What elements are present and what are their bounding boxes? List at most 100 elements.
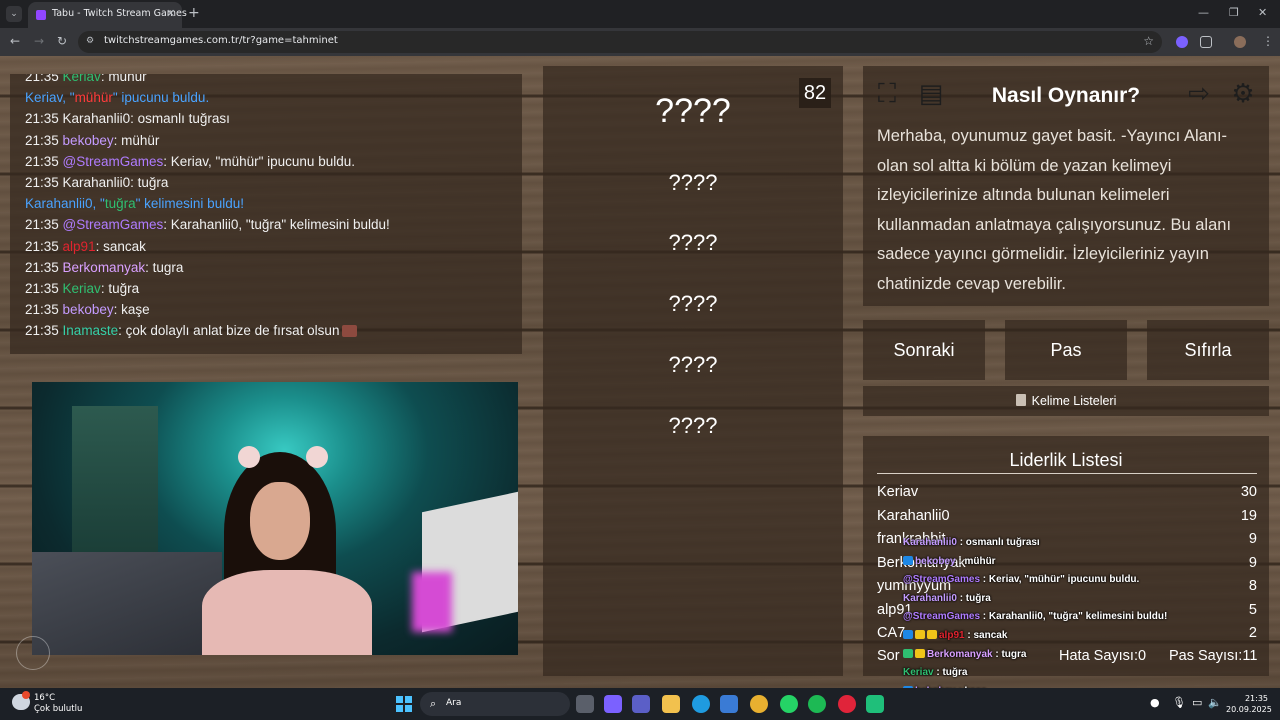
chat-message: 21:35 Inamaste: çok dolaylı anlat bize d… [25,320,522,341]
chat-username[interactable]: Karahanlii0 [63,111,131,126]
overlay-text: : tugra [992,648,1027,660]
reload-icon[interactable]: ↻ [57,34,67,48]
badge-icon [903,629,913,639]
store-icon[interactable] [720,695,738,713]
leaderboard-row: Keriav 30 [877,484,1257,508]
player-name: Keriav [877,484,919,500]
pass-button[interactable]: Pas [1005,320,1127,380]
taskbar: 16°C Çok bulutlu ⌕ Ara ● 🎙 ▭ 🔈 21:35 20.… [0,688,1280,720]
word-card: 82 ???? ???? ???? ???? ???? ???? [543,66,843,676]
task-view-icon[interactable] [576,695,594,713]
teams-icon[interactable] [632,695,650,713]
chat-username[interactable]: Karahanlii0 [63,175,131,190]
window-close-icon[interactable]: ✕ [1258,6,1267,19]
overlay-text: : tuğra [956,592,991,604]
overlay-message: Berkomanyak : tugra [903,646,1203,665]
forbidden-word: ???? [668,291,718,316]
chat-username[interactable]: Keriav [63,281,101,296]
extensions-puzzle-icon[interactable] [1200,36,1212,48]
player-score: 9 [1248,531,1257,547]
reset-button[interactable]: Sıfırla [1147,320,1269,380]
chat-username[interactable]: bekobey [63,302,114,317]
player-name: CA7 [877,625,906,641]
microphone-icon[interactable]: 🎙 [1172,696,1186,709]
chat-message: 21:35 bekobey: mühür [25,130,522,151]
chat-username[interactable]: @StreamGames [63,154,164,169]
next-button[interactable]: Sonraki [863,320,985,380]
overlay-message: Karahanlii0 : tuğra [903,590,1203,609]
windows-start-icon[interactable] [396,696,412,712]
twitch-favicon-icon [36,10,46,20]
word-lists-label: Kelime Listeleri [1031,394,1117,408]
player-score: 30 [1240,484,1257,500]
chat-username[interactable]: alp91 [63,239,96,254]
search-icon: ⌕ [430,697,437,710]
chat-username[interactable]: @StreamGames [63,217,164,232]
webcam-feed [32,382,518,655]
file-explorer-icon[interactable] [662,695,680,713]
chrome-icon[interactable] [750,695,768,713]
minimize-icon[interactable]: — [1198,6,1209,19]
overlay-username: Berkomanyak [927,648,993,660]
edge-icon[interactable] [692,695,710,713]
clock-date[interactable]: 20.09.2025 [1226,705,1272,714]
copilot-icon[interactable] [604,695,622,713]
forbidden-word: ???? [668,413,718,438]
spotify-icon[interactable] [808,695,826,713]
forbidden-word: ???? [668,170,718,195]
leaderboard-row: Karahanlii0 19 [877,508,1257,532]
volume-icon[interactable]: 🔈 [1208,696,1222,709]
chat-text: : mühür [113,132,160,148]
chat-message: 21:35 @StreamGames: Karahanlii0, "tuğra"… [25,214,522,235]
exit-icon[interactable]: ⇨ [1183,78,1215,110]
chat-text: : tuğra [130,174,169,190]
weather-temp[interactable]: 16°C [34,693,55,703]
clock-time[interactable]: 21:35 [1226,694,1268,703]
overlay-username: alp91 [939,629,965,641]
chat-time: 21:35 [25,238,63,254]
taskbar-search[interactable]: ⌕ Ara [420,692,570,716]
emote-icon [342,325,358,338]
overlay-text: : Karahanlii0, "tuğra" kelimesini buldu! [980,611,1168,623]
restore-icon[interactable]: ❐ [1229,6,1239,19]
opera-icon[interactable] [838,695,856,713]
overlay-message: @StreamGames : Keriav, "mühür" ipucunu b… [903,571,1203,590]
chat-text: : kaşe [113,302,150,318]
bookmark-star-icon[interactable]: ☆ [1143,34,1154,48]
webcam-control-icon[interactable] [16,636,50,670]
site-info-icon[interactable]: ⚙ [86,36,98,48]
tab-close-icon[interactable]: ✕ [166,7,175,20]
chat-username[interactable]: Keriav [63,74,101,84]
chat-message: Karahanlii0, "tuğra" kelimesini buldu! [25,193,522,214]
back-icon[interactable]: ← [10,34,20,48]
settings-gear-icon[interactable]: ⚙ [1227,78,1259,110]
network-icon[interactable]: ▭ [1192,696,1202,709]
weather-desc[interactable]: Çok bulutlu [34,704,82,714]
chat-text: : mühür [100,74,147,84]
browser-tab[interactable]: Tabu - Twitch Stream Games ✕ [28,2,187,28]
chat-username[interactable]: Inamaste [63,323,119,338]
navigation-bar: ← → ↻ ⚙ twitchstreamgames.com.tr/tr?game… [0,28,1280,56]
forward-icon[interactable]: → [34,34,44,48]
whatsapp-icon[interactable] [780,695,798,713]
chat-time: 21:35 [25,132,63,148]
how-to-play-panel: ⛶ ▤ Nasıl Oynanır? ⇨ ⚙ Merhaba, oyunumuz… [863,66,1269,306]
extension-icon[interactable] [1176,36,1188,48]
url-text[interactable]: twitchstreamgames.com.tr/tr?game=tahmine… [104,35,338,46]
new-tab-icon[interactable]: + [188,5,200,21]
overlay-text: : osmanlı tuğrası [956,537,1040,548]
chat-text: : çok dolaylı anlat bize de fırsat olsun [118,323,340,339]
tray-app-icon[interactable]: ● [1150,696,1160,709]
badge-icon [915,648,925,658]
chat-username[interactable]: bekobey [63,133,114,148]
browser-menu-icon[interactable]: ⋮ [1262,34,1274,48]
word-lists-button[interactable]: Kelime Listeleri [863,386,1269,416]
app-icon[interactable] [866,695,884,713]
tab-search-icon[interactable]: ⌄ [6,6,22,22]
address-bar[interactable]: ⚙ twitchstreamgames.com.tr/tr?game=tahmi… [78,31,1162,53]
streamer [202,446,372,655]
profile-avatar[interactable] [1234,36,1246,48]
chat-text: : sancak [95,238,146,254]
chat-username[interactable]: Berkomanyak [63,260,146,275]
leaderboard-title: Liderlik Listesi [1009,450,1123,470]
